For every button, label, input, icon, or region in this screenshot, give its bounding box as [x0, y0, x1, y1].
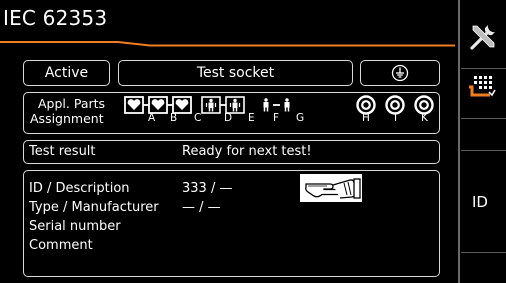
sidebar-separator: [458, 0, 460, 283]
ground-button[interactable]: [360, 60, 440, 86]
type-manufacturer-value: — / —: [182, 200, 221, 215]
pointing-hand-icon[interactable]: [300, 174, 362, 202]
id-button-label: ID: [472, 193, 488, 211]
heart-part-c-icon: [172, 96, 192, 114]
id-button[interactable]: ID: [461, 151, 506, 251]
body-part-e-icon: [225, 96, 245, 114]
softkey-sidebar: ID: [455, 0, 506, 283]
title-underline: [0, 41, 455, 47]
body-part-d-icon: [201, 96, 221, 114]
id-description-label: ID / Description: [29, 181, 130, 196]
test-socket-label: Test socket: [196, 65, 275, 81]
comment-label: Comment: [29, 238, 93, 253]
applied-parts-label-1: Appl. Parts: [38, 96, 106, 111]
main-panel: IEC 62353 Active Test socket Appl. Parts…: [0, 0, 455, 283]
ring-part-k-icon: [414, 95, 434, 115]
active-button[interactable]: Active: [23, 60, 110, 86]
serial-number-label: Serial number: [29, 219, 121, 234]
applied-part-letter: F: [273, 112, 280, 124]
active-button-label: Active: [44, 65, 89, 81]
tools-icon: [470, 25, 495, 50]
test-socket-button[interactable]: Test socket: [118, 60, 353, 86]
applied-part-letter: E: [248, 112, 255, 124]
applied-part-letter: B: [170, 112, 178, 124]
blank-softkey[interactable]: [461, 119, 506, 149]
page-title: IEC 62353: [3, 6, 108, 30]
test-result-value: Ready for next test!: [182, 144, 312, 159]
protective-earth-icon: [391, 64, 409, 82]
type-manufacturer-label: Type / Manufacturer: [29, 200, 159, 215]
applied-part-letter: H: [362, 112, 370, 124]
applied-part-letter: K: [421, 112, 428, 124]
id-description-value: 333 / —: [182, 181, 233, 196]
applied-part-letter: I: [394, 112, 398, 124]
body-part-g-icon: [284, 98, 290, 112]
keypad-selection-button[interactable]: [461, 69, 506, 117]
keypad-selection-icon: [469, 76, 496, 97]
softkey-divider: [461, 252, 506, 253]
applied-part-letter: A: [148, 112, 156, 124]
test-result-label: Test result: [29, 144, 96, 159]
applied-part-letter: G: [296, 112, 305, 124]
heart-part-a-icon: [124, 96, 144, 114]
tools-button[interactable]: [461, 0, 506, 68]
ring-part-h-icon: [356, 95, 376, 115]
applied-part-letter: C: [194, 112, 202, 124]
body-part-f-icon: [263, 98, 269, 112]
applied-parts-label-2: Assignment: [30, 111, 104, 126]
applied-part-letter: D: [224, 112, 233, 124]
ring-part-i-icon: [385, 95, 405, 115]
heart-part-b-icon: [148, 96, 168, 114]
